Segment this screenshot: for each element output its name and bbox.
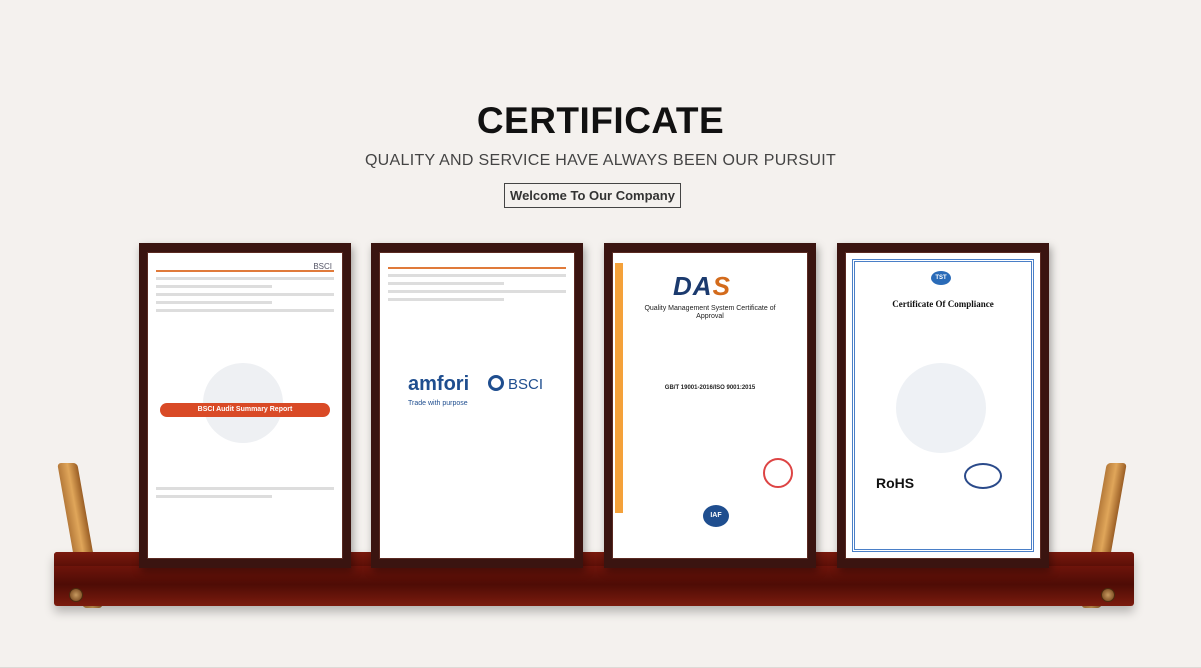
certificate-document: BSCI BSCI Audit Summary Report [147,252,343,559]
text-line [388,274,566,277]
text-line [156,277,334,280]
report-banner: BSCI Audit Summary Report [160,403,330,417]
iaf-badge: IAF [703,505,729,527]
amfori-tagline: Trade with purpose [408,400,468,407]
welcome-button[interactable]: Welcome To Our Company [504,183,681,208]
certificate-frame-amfori[interactable]: amfori BSCI Trade with purpose [371,243,583,568]
certificate-document: DAS Quality Management System Certificat… [612,252,808,559]
text-line [388,298,505,301]
divider [388,267,566,269]
seal-icon [964,463,1002,489]
text-line [388,290,566,293]
text-line [156,309,334,312]
das-logo-left: DA [673,271,713,301]
watermark [896,363,986,453]
certificate-frame-tst[interactable]: TST Certificate Of Compliance RoHS [837,243,1049,568]
text-line [388,282,505,285]
page-subtitle: QUALITY AND SERVICE HAVE ALWAYS BEEN OUR… [364,152,837,169]
page-title: CERTIFICATE [476,100,725,141]
text-line [156,487,334,490]
stamp-icon [763,458,793,488]
screw-icon [1101,588,1115,602]
screw-icon [69,588,83,602]
certificate-document: TST Certificate Of Compliance RoHS [845,252,1041,559]
text-line [156,495,273,498]
das-standard: GB/T 19001-2016/ISO 9001:2015 [664,385,756,391]
das-logo-right: S [712,271,731,301]
tst-logo: TST [931,271,951,285]
text-line [156,285,273,288]
text-line [156,301,273,304]
certificate-document: amfori BSCI Trade with purpose [379,252,575,559]
rohs-mark: RoHS [876,475,915,491]
das-logo: DAS [673,271,731,302]
certificate-frame-das[interactable]: DAS Quality Management System Certificat… [604,243,816,568]
tst-certificate-title: Certificate Of Compliance [892,299,994,309]
text-line [156,293,334,296]
bsci-logo: BSCI [313,262,332,271]
amfori-ring-icon [488,375,504,391]
certificate-frame-bsci-report[interactable]: BSCI BSCI Audit Summary Report [139,243,351,568]
amfori-logo: amfori [408,373,470,395]
amfori-bsci-text: BSCI [508,376,544,393]
divider [156,270,334,272]
das-certificate-title: Quality Management System Certificate of… [644,305,776,320]
